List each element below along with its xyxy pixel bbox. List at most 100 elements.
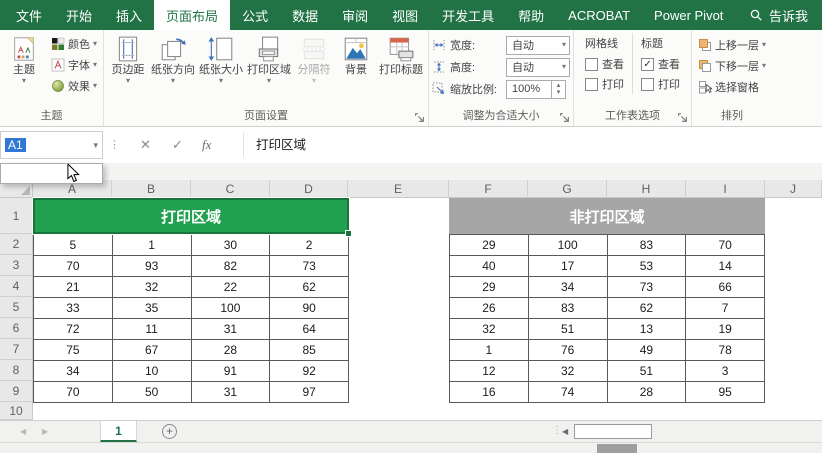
cell[interactable]: 75 <box>34 340 113 361</box>
hscroll-thumb[interactable] <box>574 424 652 439</box>
cell[interactable]: 16 <box>450 382 529 403</box>
标题-打印-checkbox[interactable]: 打印 <box>641 74 680 94</box>
sheet-nav-prev-icon[interactable]: ◀ <box>20 421 26 443</box>
cell[interactable]: 21 <box>34 277 113 298</box>
cell[interactable]: 49 <box>607 340 686 361</box>
cell[interactable]: 12 <box>450 361 529 382</box>
cell[interactable]: 5 <box>34 235 113 256</box>
纸张大小-button[interactable]: 纸张大小▾ <box>197 33 245 85</box>
ribbon-tab[interactable]: 开发工具 <box>430 0 506 30</box>
row-header[interactable]: 1 <box>0 198 33 234</box>
下移一层-button[interactable]: 下移一层▾ <box>695 55 769 76</box>
cell[interactable]: 29 <box>450 235 529 256</box>
cell[interactable]: 85 <box>270 340 349 361</box>
cell[interactable]: 34 <box>528 277 607 298</box>
fit-dropdown[interactable]: 自动▾ <box>506 58 570 77</box>
row-header[interactable]: 6 <box>0 318 33 339</box>
cell[interactable]: 91 <box>191 361 270 382</box>
name-box[interactable]: A1 ▾ <box>0 131 103 159</box>
cell[interactable]: 92 <box>270 361 349 382</box>
cell[interactable]: 33 <box>34 298 113 319</box>
cell[interactable]: 53 <box>607 256 686 277</box>
insert-function-icon[interactable]: fx <box>202 127 211 163</box>
cell[interactable]: 1 <box>112 235 191 256</box>
ribbon-tab[interactable]: Power Pivot <box>642 0 735 30</box>
ribbon-tab[interactable]: 文件 <box>4 0 54 30</box>
ribbon-tab[interactable]: ACROBAT <box>556 0 642 30</box>
row-header[interactable]: 8 <box>0 360 33 381</box>
cell[interactable]: 7 <box>686 298 765 319</box>
cell[interactable]: 2 <box>270 235 349 256</box>
ribbon-tab[interactable]: 帮助 <box>506 0 556 30</box>
cell[interactable]: 76 <box>528 340 607 361</box>
cell[interactable]: 40 <box>450 256 529 277</box>
fill-handle[interactable] <box>345 230 352 237</box>
cell[interactable]: 26 <box>450 298 529 319</box>
cell[interactable]: 95 <box>686 382 765 403</box>
checkbox-icon[interactable] <box>585 78 598 91</box>
cell[interactable]: 62 <box>607 298 686 319</box>
页边距-button[interactable]: 页边距▾ <box>107 33 149 85</box>
cell[interactable]: 28 <box>607 382 686 403</box>
print-area-header-cell[interactable]: 打印区域 <box>33 198 349 234</box>
cell[interactable]: 32 <box>112 277 191 298</box>
cell[interactable]: 97 <box>270 382 349 403</box>
checkbox-icon[interactable] <box>641 78 654 91</box>
column-header[interactable]: B <box>112 180 191 198</box>
non-print-area-header-cell[interactable]: 非打印区域 <box>449 198 765 234</box>
checkbox-checked-icon[interactable]: ✓ <box>641 58 654 71</box>
cell[interactable]: 22 <box>191 277 270 298</box>
cell[interactable]: 35 <box>112 298 191 319</box>
cell[interactable]: 19 <box>686 319 765 340</box>
网格线-打印-checkbox[interactable]: 打印 <box>585 74 624 94</box>
网格线-查看-checkbox[interactable]: 查看 <box>585 54 624 74</box>
cell[interactable]: 1 <box>450 340 529 361</box>
column-header[interactable]: I <box>686 180 765 198</box>
cell[interactable]: 34 <box>34 361 113 382</box>
cell[interactable]: 82 <box>191 256 270 277</box>
cell[interactable]: 32 <box>450 319 529 340</box>
ribbon-tab[interactable]: 公式 <box>230 0 280 30</box>
theme-effects-button[interactable]: 效果 ▾ <box>48 75 100 96</box>
cell[interactable]: 74 <box>528 382 607 403</box>
cell[interactable]: 73 <box>607 277 686 298</box>
cell[interactable]: 14 <box>686 256 765 277</box>
row-header[interactable]: 4 <box>0 276 33 297</box>
cell[interactable]: 3 <box>686 361 765 382</box>
tell-me-button[interactable]: 告诉我 <box>749 0 822 30</box>
背景-button[interactable]: 背景 <box>335 33 377 77</box>
cell[interactable]: 32 <box>528 361 607 382</box>
new-sheet-button[interactable]: + <box>162 424 177 439</box>
column-header[interactable]: G <box>528 180 607 198</box>
选择窗格-button[interactable]: 选择窗格 <box>695 76 762 97</box>
column-header[interactable]: F <box>449 180 528 198</box>
spinner-buttons[interactable]: ▴▾ <box>552 80 566 99</box>
标题-查看-checkbox[interactable]: ✓查看 <box>641 54 680 74</box>
scale-input[interactable]: 100% <box>506 80 552 99</box>
checkbox-icon[interactable] <box>585 58 598 71</box>
column-header[interactable]: H <box>607 180 686 198</box>
row-header[interactable]: 3 <box>0 255 33 276</box>
hscroll-left-icon[interactable]: ◀ <box>562 421 568 443</box>
cell[interactable]: 30 <box>191 235 270 256</box>
cell[interactable]: 93 <box>112 256 191 277</box>
row-header[interactable]: 7 <box>0 339 33 360</box>
cell[interactable]: 28 <box>191 340 270 361</box>
cell[interactable]: 72 <box>34 319 113 340</box>
dialog-launcher-icon[interactable] <box>559 112 570 123</box>
cell[interactable]: 51 <box>607 361 686 382</box>
cell[interactable]: 31 <box>191 319 270 340</box>
formula-input[interactable]: 打印区域 <box>256 127 306 163</box>
fit-dropdown[interactable]: 自动▾ <box>506 36 570 55</box>
cell[interactable]: 70 <box>34 256 113 277</box>
row-header[interactable]: 5 <box>0 297 33 318</box>
column-header[interactable]: E <box>348 180 449 198</box>
name-box-dropdown-icon[interactable]: ▾ <box>93 140 98 151</box>
cell[interactable]: 17 <box>528 256 607 277</box>
cell[interactable]: 70 <box>686 235 765 256</box>
cancel-icon[interactable]: ✕ <box>140 127 151 163</box>
cell[interactable]: 70 <box>34 382 113 403</box>
ribbon-tab[interactable]: 插入 <box>104 0 154 30</box>
打印标题-button[interactable]: 打印标题 <box>377 33 425 77</box>
cell[interactable]: 31 <box>191 382 270 403</box>
